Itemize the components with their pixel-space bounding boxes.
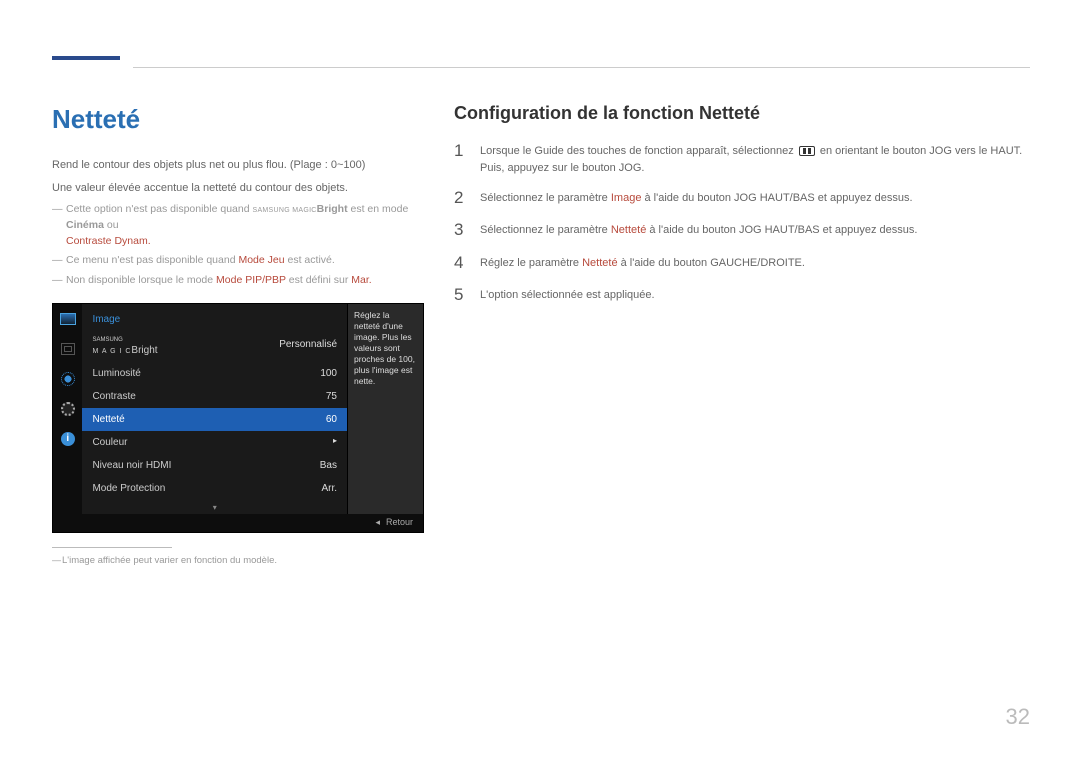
step-4-pre: Réglez le paramètre [480, 257, 582, 269]
step-number: 2 [454, 188, 468, 208]
note-1: Cette option n'est pas disponible quand … [52, 202, 424, 249]
step-number: 3 [454, 220, 468, 240]
osd-main: Image SAMSUNG M A G I CBright Personnali… [82, 304, 423, 514]
note-3-val: Mar. [351, 274, 371, 286]
brightness-icon [59, 372, 77, 386]
info-icon: i [59, 432, 77, 446]
osd-sidebar: i [53, 304, 82, 532]
monitor-icon [59, 312, 77, 326]
osd-row-label: Contraste [92, 389, 135, 404]
osd-row-protection: Mode Protection Arr. [82, 477, 347, 500]
pip-icon [59, 342, 77, 356]
step-text: Sélectionnez le paramètre Netteté à l'ai… [480, 220, 917, 239]
note-1-ou: ou [104, 219, 119, 231]
note-1-contrast: Contraste Dynam. [66, 235, 151, 247]
step-number: 5 [454, 285, 468, 305]
osd-row-value: Personnalisé [279, 337, 337, 358]
step-text: Lorsque le Guide des touches de fonction… [480, 141, 1030, 176]
step-3-hl: Netteté [611, 224, 646, 236]
step-3-post: à l'aide du bouton JOG HAUT/BAS et appuy… [646, 224, 917, 236]
osd-row-label: Couleur [92, 435, 127, 450]
header-rule [133, 67, 1030, 68]
section-title: Configuration de la fonction Netteté [454, 100, 1030, 127]
osd-row-label: Luminosité [92, 366, 140, 381]
step-number: 4 [454, 253, 468, 273]
osd-row-value: Arr. [321, 481, 337, 496]
note-1-magic: SAMSUNG MAGIC [252, 207, 316, 214]
step-4-hl: Netteté [582, 257, 617, 269]
osd-row-nettete: Netteté 60 [82, 408, 347, 431]
page-title: Netteté [52, 100, 424, 139]
intro-line-2: Une valeur élevée accentue la netteté du… [52, 180, 424, 197]
note-1-mid: est en mode [348, 203, 409, 215]
chevron-left-icon: ◂ [375, 516, 380, 530]
step-5: 5 L'option sélectionnée est appliquée. [454, 285, 1030, 305]
osd-row-value: 100 [320, 366, 337, 381]
note-2-pre: Ce menu n'est pas disponible quand [66, 254, 238, 266]
footnote: L'image affichée peut varier en fonction… [52, 554, 424, 568]
chevron-down-icon: ▾ [82, 502, 347, 514]
step-2-post: à l'aide du bouton JOG HAUT/BAS et appuy… [641, 192, 912, 204]
osd-mockup: i Image SAMSUNG M A G I CBright Personna… [52, 303, 424, 533]
note-3-pre: Non disponible lorsque le mode [66, 274, 216, 286]
step-1: 1 Lorsque le Guide des touches de foncti… [454, 141, 1030, 176]
footnote-rule [52, 547, 172, 548]
osd-row-label: Niveau noir HDMI [92, 458, 171, 473]
chevron-right-icon: ▸ [333, 435, 337, 450]
magic-text: M A G I C [92, 348, 131, 355]
osd-row-luminosite: Luminosité 100 [82, 362, 347, 385]
note-2-post: est activé. [285, 254, 335, 266]
step-1-pre: Lorsque le Guide des touches de fonction… [480, 145, 797, 157]
note-2-mode: Mode Jeu [238, 254, 284, 266]
step-text: L'option sélectionnée est appliquée. [480, 285, 655, 304]
step-text: Sélectionnez le paramètre Image à l'aide… [480, 188, 913, 207]
osd-body: Image SAMSUNG M A G I CBright Personnali… [82, 304, 423, 532]
note-1-bright: Bright [317, 203, 348, 215]
note-1-pre: Cette option n'est pas disponible quand [66, 203, 252, 215]
step-5-pre: L'option sélectionnée est appliquée. [480, 289, 655, 301]
right-column: Configuration de la fonction Netteté 1 L… [454, 100, 1030, 568]
osd-row-label: SAMSUNG M A G I CBright [92, 337, 157, 358]
step-2: 2 Sélectionnez le paramètre Image à l'ai… [454, 188, 1030, 208]
osd-row-label: Netteté [92, 412, 124, 427]
note-2: Ce menu n'est pas disponible quand Mode … [52, 253, 424, 269]
note-3-mode: Mode PIP/PBP [216, 274, 286, 286]
gear-icon [59, 402, 77, 416]
osd-list: Image SAMSUNG M A G I CBright Personnali… [82, 304, 347, 514]
note-3-mid: est défini sur [286, 274, 351, 286]
page-number: 32 [1006, 700, 1030, 733]
osd-tooltip: Réglez la netteté d'une image. Plus les … [347, 304, 423, 514]
step-3-pre: Sélectionnez le paramètre [480, 224, 611, 236]
left-column: Netteté Rend le contour des objets plus … [52, 100, 424, 568]
osd-row-label: Mode Protection [92, 481, 165, 496]
osd-row-value: 75 [326, 389, 337, 404]
step-text: Réglez le paramètre Netteté à l'aide du … [480, 253, 805, 272]
osd-back-label: Retour [386, 516, 413, 530]
intro-line-1: Rend le contour des objets plus net ou p… [52, 157, 424, 174]
menu-icon [799, 146, 815, 156]
step-4-post: à l'aide du bouton GAUCHE/DROITE. [618, 257, 805, 269]
magic-bright: Bright [131, 345, 157, 356]
step-2-pre: Sélectionnez le paramètre [480, 192, 611, 204]
osd-row-hdmi: Niveau noir HDMI Bas [82, 454, 347, 477]
osd-row-couleur: Couleur ▸ [82, 431, 347, 454]
osd-row-value: 60 [326, 412, 337, 427]
note-3: Non disponible lorsque le mode Mode PIP/… [52, 273, 424, 289]
step-4: 4 Réglez le paramètre Netteté à l'aide d… [454, 253, 1030, 273]
osd-row-contraste: Contraste 75 [82, 385, 347, 408]
page-content: Netteté Rend le contour des objets plus … [0, 0, 1080, 568]
magic-samsung: SAMSUNG [92, 337, 157, 343]
step-3: 3 Sélectionnez le paramètre Netteté à l'… [454, 220, 1030, 240]
step-number: 1 [454, 141, 468, 161]
osd-row-magicbright: SAMSUNG M A G I CBright Personnalisé [82, 333, 347, 362]
header-accent [52, 56, 120, 60]
osd-row-value: Bas [320, 458, 337, 473]
step-2-hl: Image [611, 192, 642, 204]
osd-footer: ◂ Retour [82, 514, 423, 532]
note-1-cinema: Cinéma [66, 219, 104, 231]
osd-header: Image [82, 310, 347, 333]
